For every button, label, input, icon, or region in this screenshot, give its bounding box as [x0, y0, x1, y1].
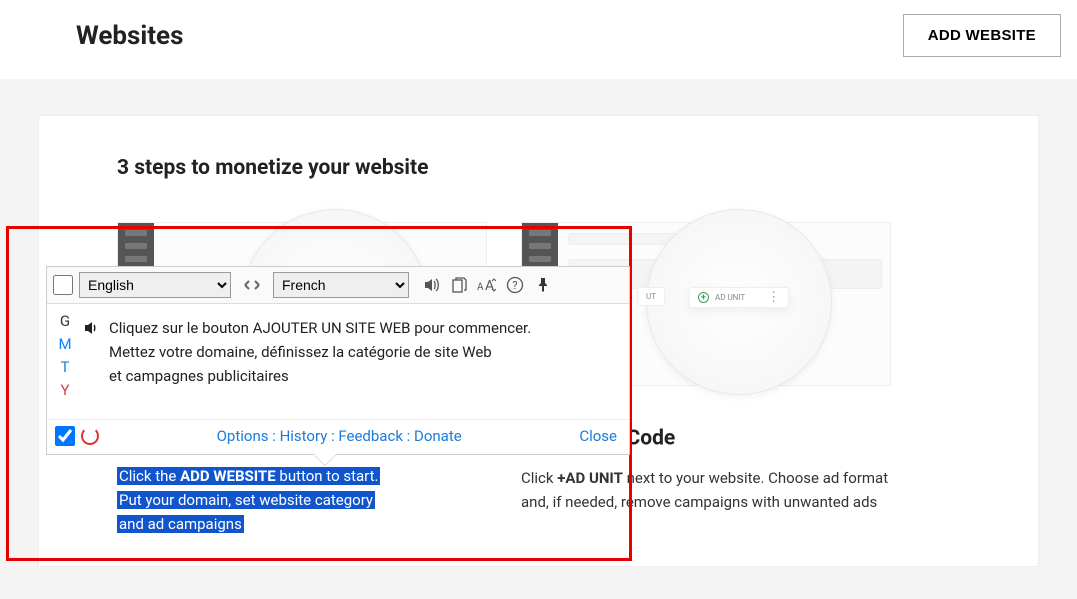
donate-link[interactable]: Donate	[414, 427, 462, 445]
pill-left-stub: UT	[637, 287, 665, 306]
svg-text:A: A	[477, 282, 484, 293]
pin-icon[interactable]	[533, 275, 553, 295]
swap-languages-button[interactable]	[237, 273, 267, 297]
translator-popup: English French AA ? G M T Y Cliquez sur …	[46, 266, 630, 455]
translator-auto-checkbox[interactable]	[55, 426, 75, 446]
source-language-select[interactable]: English	[79, 272, 231, 298]
provider-column: G M T Y	[55, 312, 81, 401]
add-website-button[interactable]: ADD WEBSITE	[903, 14, 1061, 57]
page-title: Websites	[76, 21, 183, 51]
help-icon[interactable]: ?	[505, 275, 525, 295]
provider-microsoft[interactable]: M	[55, 335, 75, 355]
swap-icon	[242, 278, 262, 292]
provider-google[interactable]: G	[55, 312, 75, 332]
font-size-icon[interactable]: AA	[477, 275, 497, 295]
plus-circle-icon: +	[698, 292, 709, 303]
provider-yandex[interactable]: Y	[55, 381, 75, 401]
close-link[interactable]: Close	[579, 427, 617, 445]
spinner-icon	[81, 427, 99, 445]
translator-footer: Options : History : Feedback : Donate Cl…	[47, 419, 629, 454]
options-link[interactable]: Options	[217, 427, 269, 445]
history-link[interactable]: History	[280, 427, 328, 445]
step-2-text: Click +AD UNIT next to your website. Cho…	[521, 466, 891, 514]
svg-text:?: ?	[512, 279, 517, 292]
translation-text: Cliquez sur le bouton AJOUTER UN SITE WE…	[109, 316, 615, 401]
target-language-select[interactable]: French	[273, 272, 409, 298]
listen-icon[interactable]	[421, 275, 441, 295]
speak-translation-icon[interactable]	[81, 318, 101, 338]
panel-title: 3 steps to monetize your website	[117, 156, 960, 180]
step-1-text: Click the ADD WEBSITE button to start. P…	[117, 464, 487, 536]
translator-pin-checkbox[interactable]	[53, 275, 73, 295]
feedback-link[interactable]: Feedback	[338, 427, 403, 445]
translator-toolbar: English French AA ?	[47, 267, 629, 304]
ad-unit-pill: + AD UNIT ⋮	[689, 287, 789, 308]
copy-icon[interactable]	[449, 275, 469, 295]
provider-translator[interactable]: T	[55, 358, 75, 378]
